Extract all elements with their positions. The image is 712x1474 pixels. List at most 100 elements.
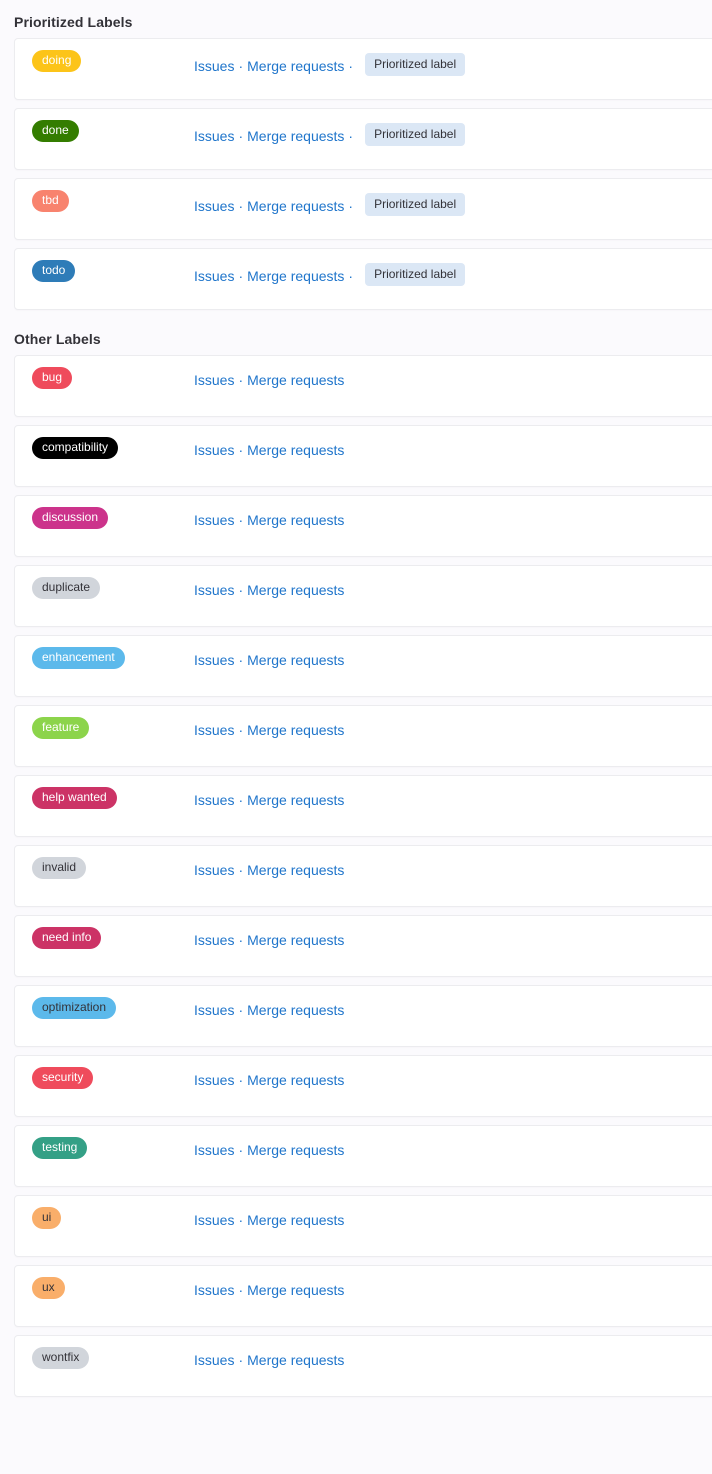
merge-requests-link[interactable]: Merge requests [247, 791, 344, 809]
label-actions: Issues · Merge requests [194, 577, 344, 599]
label-pill[interactable]: compatibility [32, 437, 119, 459]
link-separator: · [238, 722, 244, 738]
label-pill[interactable]: discussion [32, 507, 109, 529]
label-pill[interactable]: wontfix [32, 1347, 90, 1369]
issues-link[interactable]: Issues [194, 931, 234, 949]
label-list: doing Issues · Merge requests · Prioritized l… [0, 38, 712, 310]
issues-link[interactable]: Issues [194, 441, 234, 459]
label-row-content: optimization Issues · Merge requests [15, 986, 712, 1046]
label-pill-column: doing [32, 50, 194, 72]
merge-requests-link[interactable]: Merge requests [247, 371, 344, 389]
label-pill-column: help wanted [32, 787, 194, 809]
label-pill[interactable]: invalid [32, 857, 87, 879]
merge-requests-link[interactable]: Merge requests [247, 441, 344, 459]
label-pill-column: tbd [32, 190, 194, 212]
label-actions: Issues · Merge requests [194, 1277, 344, 1299]
merge-requests-link[interactable]: Merge requests [247, 861, 344, 879]
issues-link[interactable]: Issues [194, 581, 234, 599]
merge-requests-link[interactable]: Merge requests [247, 1211, 344, 1229]
issues-link[interactable]: Issues [194, 371, 234, 389]
label-pill[interactable]: tbd [32, 190, 69, 212]
label-pill[interactable]: bug [32, 367, 73, 389]
label-pill[interactable]: feature [32, 717, 90, 739]
issues-link[interactable]: Issues [194, 721, 234, 739]
label-pill[interactable]: ui [32, 1207, 62, 1229]
merge-requests-link[interactable]: Merge requests [247, 931, 344, 949]
merge-requests-link[interactable]: Merge requests [247, 267, 344, 285]
label-row: bug Issues · Merge requests [14, 355, 712, 417]
label-pill[interactable]: enhancement [32, 647, 125, 669]
label-row: help wanted Issues · Merge requests [14, 775, 712, 837]
merge-requests-link[interactable]: Merge requests [247, 581, 344, 599]
issues-link[interactable]: Issues [194, 511, 234, 529]
trailing-separator: · [348, 57, 354, 74]
label-row-content: bug Issues · Merge requests [15, 356, 712, 416]
label-pill[interactable]: need info [32, 927, 102, 949]
issues-link[interactable]: Issues [194, 861, 234, 879]
label-pill-column: done [32, 120, 194, 142]
label-pill[interactable]: security [32, 1067, 94, 1089]
label-actions: Issues · Merge requests [194, 787, 344, 809]
merge-requests-link[interactable]: Merge requests [247, 1281, 344, 1299]
issues-link[interactable]: Issues [194, 1141, 234, 1159]
link-separator: · [238, 1142, 244, 1158]
issues-link[interactable]: Issues [194, 1001, 234, 1019]
label-pill[interactable]: doing [32, 50, 82, 72]
merge-requests-link[interactable]: Merge requests [247, 721, 344, 739]
label-pill[interactable]: testing [32, 1137, 88, 1159]
issues-link[interactable]: Issues [194, 651, 234, 669]
link-separator: · [238, 57, 244, 74]
link-separator: · [238, 512, 244, 528]
label-row: compatibility Issues · Merge requests [14, 425, 712, 487]
label-actions: Issues · Merge requests [194, 367, 344, 389]
label-pill-column: security [32, 1067, 194, 1089]
label-pill-column: need info [32, 927, 194, 949]
merge-requests-link[interactable]: Merge requests [247, 1071, 344, 1089]
label-pill[interactable]: ux [32, 1277, 65, 1299]
label-pill-column: ui [32, 1207, 194, 1229]
link-separator: · [238, 862, 244, 878]
issues-link[interactable]: Issues [194, 1211, 234, 1229]
issues-link[interactable]: Issues [194, 1351, 234, 1369]
label-actions: Issues · Merge requests · Prioritized label [194, 120, 466, 147]
label-row-content: doing Issues · Merge requests · Prioritized l… [15, 39, 712, 99]
merge-requests-link[interactable]: Merge requests [247, 1141, 344, 1159]
issues-link[interactable]: Issues [194, 1071, 234, 1089]
issues-link[interactable]: Issues [194, 791, 234, 809]
merge-requests-link[interactable]: Merge requests [247, 197, 344, 215]
label-pill[interactable]: duplicate [32, 577, 101, 599]
label-actions: Issues · Merge requests [194, 857, 344, 879]
merge-requests-link[interactable]: Merge requests [247, 511, 344, 529]
label-row: tbd Issues · Merge requests · Prioritized lab… [14, 178, 712, 240]
merge-requests-link[interactable]: Merge requests [247, 1351, 344, 1369]
issues-link[interactable]: Issues [194, 127, 234, 145]
issues-link[interactable]: Issues [194, 197, 234, 215]
merge-requests-link[interactable]: Merge requests [247, 651, 344, 669]
label-actions: Issues · Merge requests [194, 647, 344, 669]
merge-requests-link[interactable]: Merge requests [247, 1001, 344, 1019]
label-pill[interactable]: done [32, 120, 79, 142]
label-pill[interactable]: todo [32, 260, 76, 282]
issues-link[interactable]: Issues [194, 1281, 234, 1299]
label-pill[interactable]: help wanted [32, 787, 117, 809]
label-actions: Issues · Merge requests [194, 997, 344, 1019]
issues-link[interactable]: Issues [194, 57, 234, 75]
label-row-content: ui Issues · Merge requests [15, 1196, 712, 1256]
issues-link[interactable]: Issues [194, 267, 234, 285]
label-pill-column: compatibility [32, 437, 194, 459]
label-pill[interactable]: optimization [32, 997, 117, 1019]
label-actions: Issues · Merge requests [194, 927, 344, 949]
link-separator: · [238, 1282, 244, 1298]
merge-requests-link[interactable]: Merge requests [247, 57, 344, 75]
label-actions: Issues · Merge requests [194, 1347, 344, 1369]
label-row: discussion Issues · Merge requests [14, 495, 712, 557]
label-row: doing Issues · Merge requests · Prioritized l… [14, 38, 712, 100]
merge-requests-link[interactable]: Merge requests [247, 127, 344, 145]
label-row-content: tbd Issues · Merge requests · Prioritized lab… [15, 179, 712, 239]
link-separator: · [238, 197, 244, 214]
label-row-content: discussion Issues · Merge requests [15, 496, 712, 556]
label-list: bug Issues · Merge requests compatibility Iss… [0, 355, 712, 1397]
label-row: todo Issues · Merge requests · Prioritized la… [14, 248, 712, 310]
label-row: testing Issues · Merge requests [14, 1125, 712, 1187]
